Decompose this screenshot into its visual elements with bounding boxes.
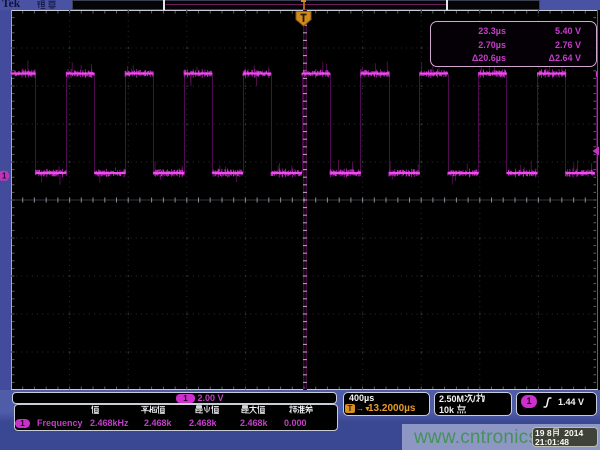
svg-text:1: 1 [2,172,7,181]
